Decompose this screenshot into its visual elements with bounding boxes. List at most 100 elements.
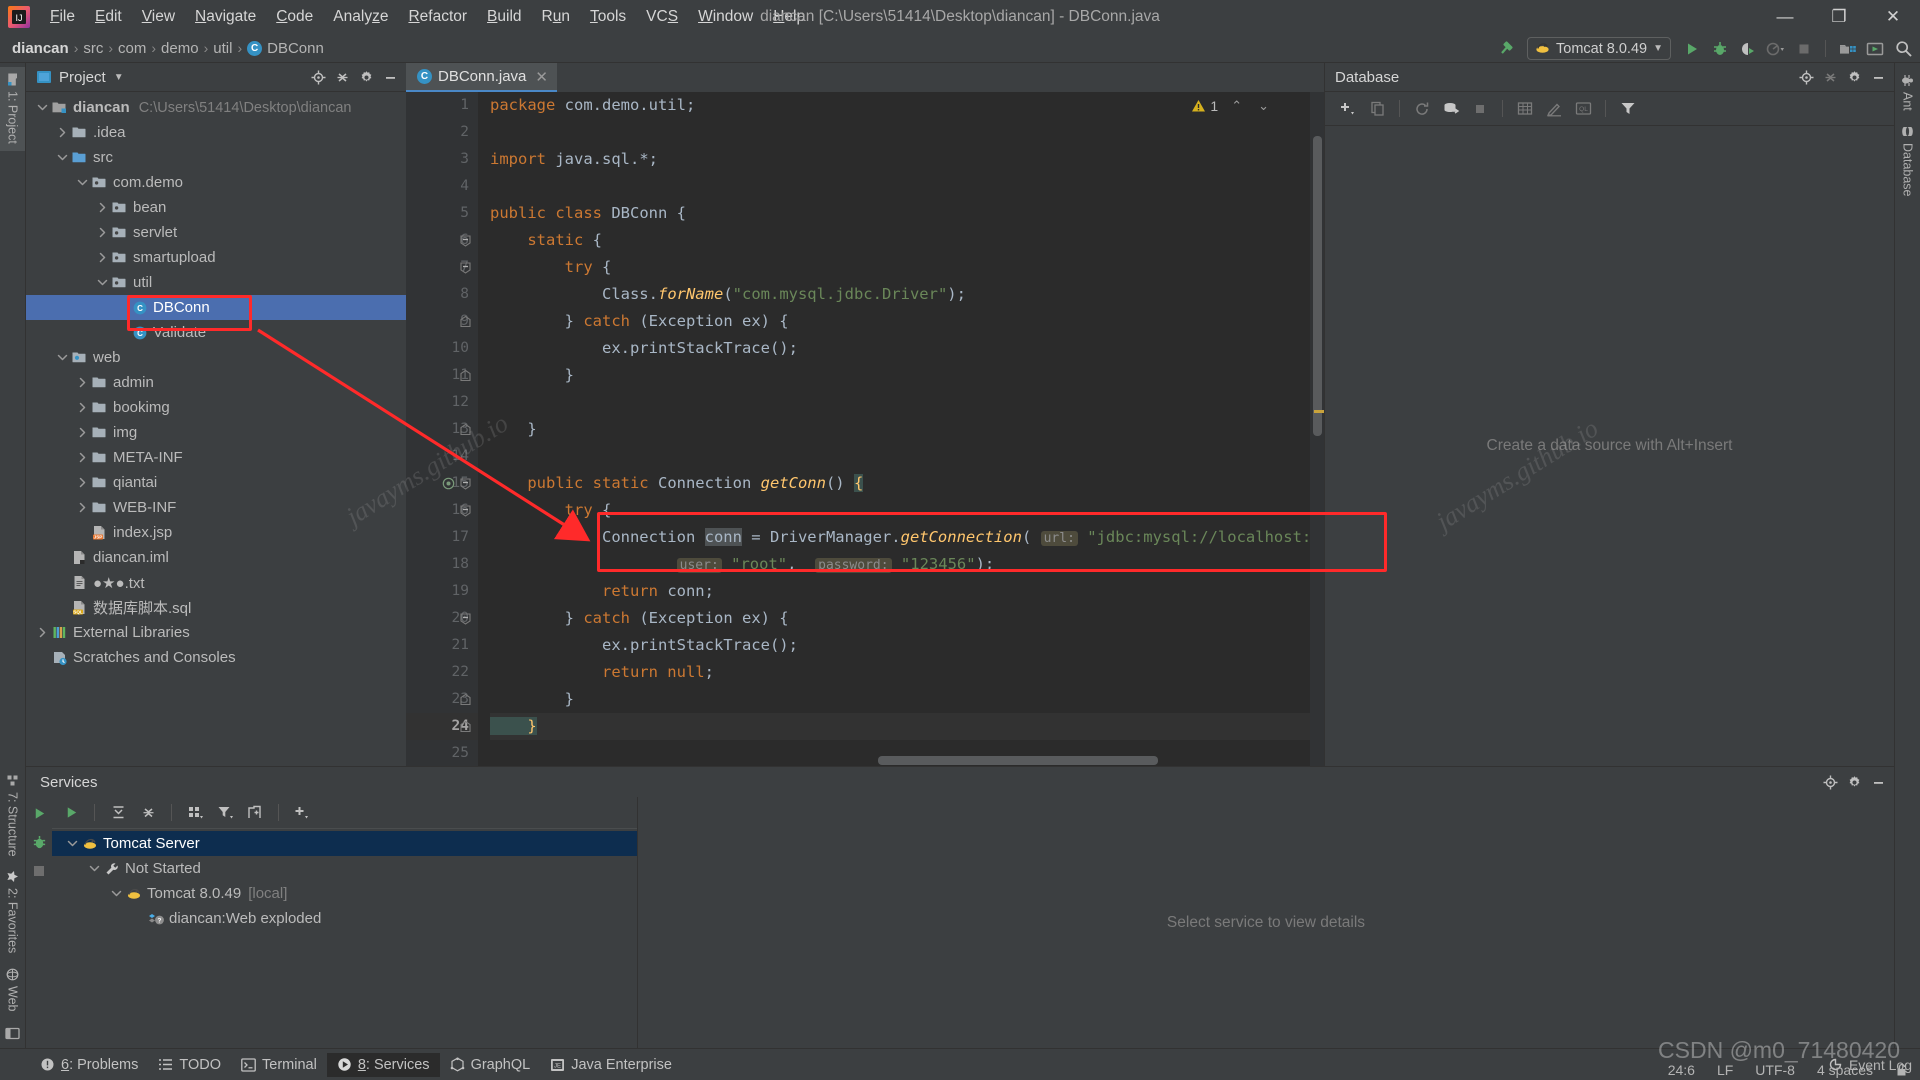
locate-icon[interactable]	[1794, 65, 1818, 89]
tree-item-bean[interactable]: bean	[26, 195, 406, 220]
tree-item-qiantai[interactable]: qiantai	[26, 470, 406, 495]
stripe-button-database[interactable]: Database	[1895, 118, 1920, 204]
editor-hscrollbar-thumb[interactable]	[878, 756, 1158, 765]
tree-arrow-right-icon[interactable]	[76, 376, 89, 389]
hide-panel-icon[interactable]	[378, 65, 402, 89]
tree-item-img[interactable]: img	[26, 420, 406, 445]
menu-item-window[interactable]: Window	[688, 5, 763, 29]
code-line-3[interactable]: import java.sql.*;	[490, 146, 1310, 173]
run-coverage-icon[interactable]	[1735, 36, 1761, 61]
tree-arrow-down-icon[interactable]	[96, 276, 109, 289]
code-line-24[interactable]: }	[490, 713, 1310, 740]
code-line-22[interactable]: return null;	[490, 659, 1310, 686]
run-icon[interactable]	[1679, 36, 1705, 61]
tree-item-servlet[interactable]: servlet	[26, 220, 406, 245]
minimize-button[interactable]: —	[1758, 0, 1812, 34]
breadcrumb-item-util[interactable]: util	[213, 40, 232, 57]
tree-item-web[interactable]: web	[26, 345, 406, 370]
menu-item-navigate[interactable]: Navigate	[185, 5, 266, 29]
code-line-19[interactable]: return conn;	[490, 578, 1310, 605]
fold-minus-icon[interactable]	[459, 234, 472, 247]
code-line-18[interactable]: user: "root", password: "123456");	[490, 551, 1310, 578]
run-sql-icon[interactable]	[1438, 96, 1464, 121]
indent-setting[interactable]: 4 spaces	[1817, 1062, 1873, 1078]
tree-arrow-down-icon[interactable]	[56, 351, 69, 364]
prev-problem-icon[interactable]: ⌃	[1228, 98, 1245, 114]
fold-minus-icon[interactable]	[459, 504, 472, 517]
code-line-21[interactable]: ex.printStackTrace();	[490, 632, 1310, 659]
tree-arrow-right-icon[interactable]	[76, 501, 89, 514]
status-button-8services[interactable]: 8: Services	[326, 1052, 440, 1077]
tree-item-diancan[interactable]: diancan C:\Users\51414\Desktop\diancan	[26, 95, 406, 120]
code-line-1[interactable]: package com.demo.util;	[490, 92, 1310, 119]
warning-marker[interactable]	[1314, 410, 1324, 413]
debug-green-icon[interactable]	[32, 835, 47, 850]
add-icon[interactable]	[1335, 96, 1361, 121]
tree-arrow-right-icon[interactable]	[76, 426, 89, 439]
services-item-diancanwebexploded[interactable]: ? diancan:Web exploded	[52, 906, 637, 931]
editor-hscrollbar[interactable]	[478, 755, 1310, 766]
tree-arrow-right-icon[interactable]	[56, 126, 69, 139]
filter-icon[interactable]	[212, 800, 238, 825]
tree-arrow-down-icon[interactable]	[88, 862, 101, 875]
breadcrumb-item-demo[interactable]: demo	[161, 40, 199, 57]
breadcrumb-item-dbconn[interactable]: C DBConn	[247, 40, 324, 57]
update-icon[interactable]	[1862, 36, 1888, 61]
add-tab-icon[interactable]	[242, 800, 268, 825]
code-line-15[interactable]: public static Connection getConn() {	[490, 470, 1310, 497]
add-icon[interactable]	[289, 800, 315, 825]
menu-item-view[interactable]: View	[132, 5, 185, 29]
services-item-tomcat8.0.49[interactable]: Tomcat 8.0.49 [local]	[52, 881, 637, 906]
project-tree[interactable]: diancan C:\Users\51414\Desktop\diancan .id…	[26, 92, 406, 766]
tree-item-meta-inf[interactable]: META-INF	[26, 445, 406, 470]
tree-item-.sql[interactable]: SQL 数据库脚本.sql	[26, 595, 406, 620]
tree-arrow-down-icon[interactable]	[76, 176, 89, 189]
menu-item-tools[interactable]: Tools	[580, 5, 636, 29]
settings-gear-icon[interactable]	[1842, 65, 1866, 89]
code-line-10[interactable]: ex.printStackTrace();	[490, 335, 1310, 362]
fold-minus-icon[interactable]	[459, 612, 472, 625]
menu-item-run[interactable]: Run	[532, 5, 580, 29]
stripe-bottom-icon[interactable]	[0, 1018, 25, 1048]
code-line-16[interactable]: try {	[490, 497, 1310, 524]
debug-icon[interactable]	[1707, 36, 1733, 61]
maximize-button[interactable]: ❐	[1812, 0, 1866, 34]
tree-item-externallibraries[interactable]: External Libraries	[26, 620, 406, 645]
status-button-graphql[interactable]: GraphQL	[440, 1053, 541, 1077]
tree-arrow-down-icon[interactable]	[66, 837, 79, 850]
tree-arrow-right-icon[interactable]	[36, 626, 49, 639]
collapse-all-icon[interactable]	[135, 800, 161, 825]
fold-minus-icon[interactable]	[459, 261, 472, 274]
code-line-7[interactable]: try {	[490, 254, 1310, 281]
breadcrumb-item-com[interactable]: com	[118, 40, 146, 57]
tree-arrow-right-icon[interactable]	[96, 251, 109, 264]
tree-item-bookimg[interactable]: bookimg	[26, 395, 406, 420]
group-icon[interactable]	[182, 800, 208, 825]
settings-gear-icon[interactable]	[354, 65, 378, 89]
inspection-widget[interactable]: 1 ⌃ ⌄	[1191, 98, 1272, 114]
hide-panel-icon[interactable]	[1866, 65, 1890, 89]
tree-item-scratchesandconsoles[interactable]: Scratches and Consoles	[26, 645, 406, 670]
fold-end-icon[interactable]	[459, 423, 472, 436]
run-green-icon[interactable]	[32, 806, 47, 821]
status-button-todo[interactable]: TODO	[148, 1053, 231, 1077]
services-item-notstarted[interactable]: Not Started	[52, 856, 637, 881]
settings-gear-icon[interactable]	[1842, 770, 1866, 794]
tree-item-diancan.iml[interactable]: diancan.iml	[26, 545, 406, 570]
next-problem-icon[interactable]: ⌄	[1255, 98, 1272, 114]
services-tree[interactable]: Tomcat Server Not Started Tomcat 8.0.49 [lo…	[52, 829, 637, 1048]
fold-minus-icon[interactable]	[459, 477, 472, 490]
tree-arrow-right-icon[interactable]	[96, 226, 109, 239]
code-line-13[interactable]: }	[490, 416, 1310, 443]
warning-count[interactable]: 1	[1191, 98, 1218, 114]
file-encoding[interactable]: UTF-8	[1755, 1062, 1795, 1078]
fold-marker-column[interactable]	[452, 92, 478, 766]
hide-panel-icon[interactable]	[1866, 770, 1890, 794]
code-line-8[interactable]: Class.forName("com.mysql.jdbc.Driver");	[490, 281, 1310, 308]
editor-gutter[interactable]: 1234567891011121314151617181920212223242…	[406, 92, 478, 766]
status-button-6problems[interactable]: 6: Problems	[30, 1053, 148, 1077]
tree-item-.txt[interactable]: ●★●.txt	[26, 570, 406, 595]
fold-end-icon[interactable]	[459, 693, 472, 706]
profile-icon[interactable]	[1763, 36, 1789, 61]
tree-item-com.demo[interactable]: com.demo	[26, 170, 406, 195]
